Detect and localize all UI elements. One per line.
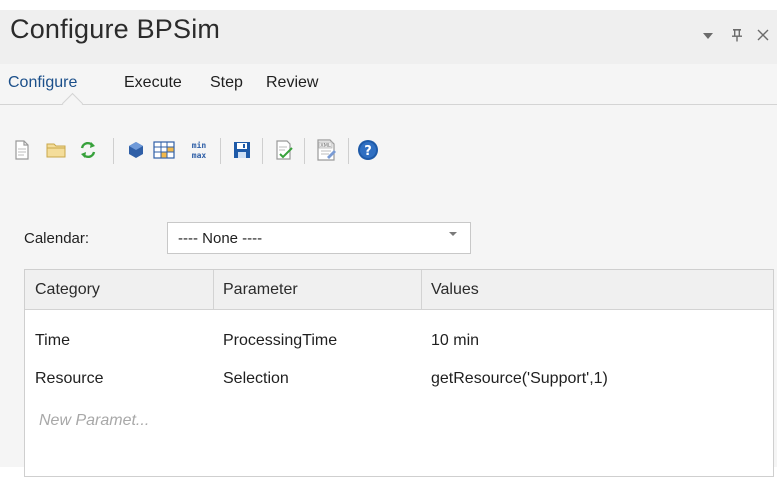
close-icon[interactable] [757,28,769,44]
toolbar-separator [262,138,263,164]
cell-parameter[interactable]: Selection [213,362,289,396]
tab-strip: Configure Execute Step Review [0,64,777,106]
column-header-values[interactable]: Values [421,270,773,310]
chevron-down-icon [448,230,458,241]
save-icon[interactable] [230,138,254,162]
svg-text:?: ? [364,144,372,159]
validate-icon[interactable] [272,138,296,162]
calendar-label: Calendar: [24,230,90,247]
column-header-category[interactable]: Category [25,270,213,310]
title-bar: Configure BPSim [0,10,777,64]
table-row[interactable]: Time ProcessingTime 10 min [25,324,773,358]
configure-bpsim-window: Configure BPSim Configure Execute Step R… [0,10,777,477]
column-header-parameter[interactable]: Parameter [213,270,421,310]
table-row[interactable]: Resource Selection getResource('Support'… [25,362,773,396]
cell-value[interactable]: getResource('Support',1) [421,362,608,396]
new-parameter-placeholder[interactable]: New Paramet... [39,412,149,430]
tab-divider [0,104,777,105]
toolbar-separator [348,138,349,164]
tab-configure[interactable]: Configure [8,74,77,92]
element-icon[interactable] [124,138,148,162]
cell-category[interactable]: Time [25,324,70,358]
calendar-select-value: ---- None ---- [178,230,263,247]
help-icon[interactable]: ? [356,138,380,162]
toolbar-separator [304,138,305,164]
calendar-select[interactable]: ---- None ---- [167,222,471,254]
max-label: max [192,151,207,160]
min-max-icon[interactable]: min max [186,138,212,162]
cell-value[interactable]: 10 min [421,324,479,358]
cell-parameter[interactable]: ProcessingTime [213,324,337,358]
refresh-icon[interactable] [76,138,100,162]
toolbar-separator [220,138,221,164]
new-document-icon[interactable] [10,138,34,162]
tab-execute[interactable]: Execute [124,74,182,92]
grid-table-icon[interactable] [152,138,176,162]
toolbar: min max XML ? [0,138,777,172]
min-label: min [192,140,207,150]
grid-header: Category Parameter Values [25,270,773,310]
export-xml-icon[interactable]: XML [314,138,338,162]
open-folder-icon[interactable] [44,138,68,162]
pin-icon[interactable] [731,28,743,45]
toolbar-separator [113,138,114,164]
xml-label: XML [320,143,331,149]
parameters-grid: Category Parameter Values Time Processin… [24,269,774,477]
tab-step[interactable]: Step [210,74,243,92]
window-title: Configure BPSim [10,14,221,44]
cell-category[interactable]: Resource [25,362,103,396]
window-menu-dropdown-icon[interactable] [702,28,714,44]
tab-review[interactable]: Review [266,74,318,92]
